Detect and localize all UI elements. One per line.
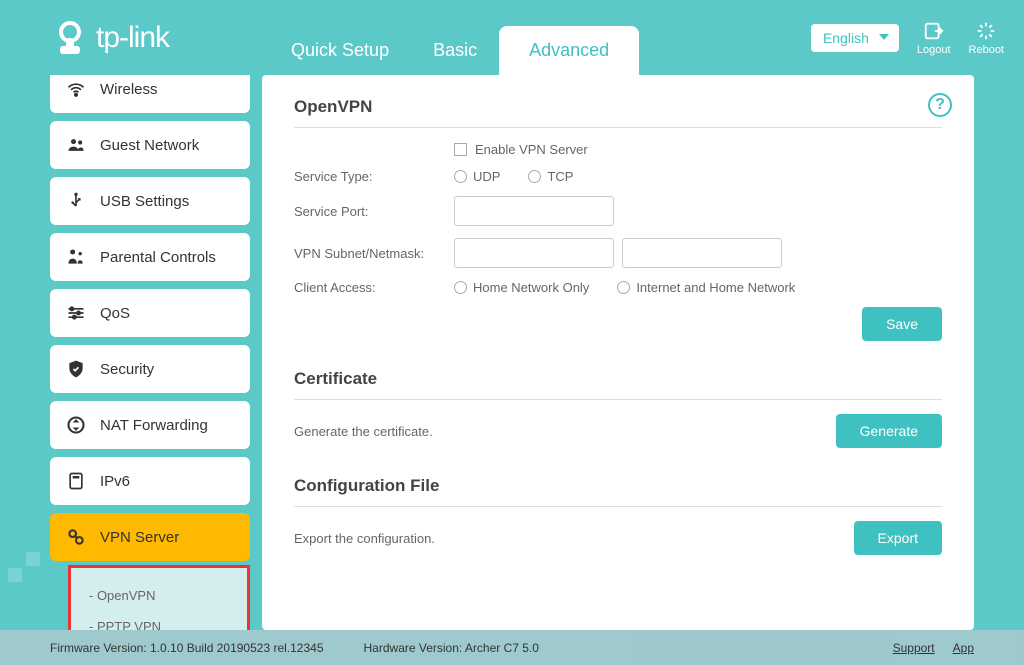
tplink-logo-icon [50,18,90,58]
support-link[interactable]: Support [893,641,935,655]
qos-icon [66,303,86,323]
brand-logo: tp-link [50,18,169,58]
reboot-button[interactable]: Reboot [969,20,1004,56]
certificate-desc: Generate the certificate. [294,424,433,439]
tab-quick-setup[interactable]: Quick Setup [269,26,411,75]
main-tabs: Quick Setup Basic Advanced [269,0,639,75]
enable-vpn-checkbox[interactable] [454,143,467,156]
sidebar-item-guest-network[interactable]: Guest Network [50,121,250,169]
export-button[interactable]: Export [854,521,942,555]
submenu-pptp-vpn[interactable]: - PPTP VPN [89,611,229,630]
certificate-title: Certificate [294,369,942,400]
shield-icon [66,359,86,379]
tab-advanced[interactable]: Advanced [499,26,639,75]
sidebar-item-qos[interactable]: QoS [50,289,250,337]
sidebar-item-nat-forwarding[interactable]: NAT Forwarding [50,401,250,449]
udp-radio[interactable] [454,170,467,183]
brand-text: tp-link [96,21,169,55]
service-type-label: Service Type: [294,169,454,184]
sidebar-item-wireless[interactable]: Wireless [50,75,250,113]
guest-network-icon [66,135,86,155]
chevron-down-icon [879,34,889,40]
help-icon[interactable]: ? [928,93,952,117]
subnet-label: VPN Subnet/Netmask: [294,246,454,261]
vpn-submenu: - OpenVPN - PPTP VPN [68,565,250,630]
app-link[interactable]: App [953,641,974,655]
sidebar-item-usb-settings[interactable]: USB Settings [50,177,250,225]
config-file-desc: Export the configuration. [294,531,435,546]
sidebar: Wireless Guest Network USB Settings Pare… [50,75,250,630]
enable-vpn-label: Enable VPN Server [475,142,588,157]
client-access-label: Client Access: [294,280,454,295]
logout-button[interactable]: Logout [917,20,951,56]
service-port-label: Service Port: [294,204,454,219]
generate-button[interactable]: Generate [836,414,942,448]
internet-home-radio[interactable] [617,281,630,294]
wireless-icon [66,79,86,99]
submenu-openvpn[interactable]: - OpenVPN [89,580,229,611]
logout-icon [923,20,945,42]
reboot-icon [975,20,997,42]
hardware-version: Hardware Version: Archer C7 5.0 [364,641,539,655]
tab-basic[interactable]: Basic [411,26,499,75]
language-select[interactable]: English [811,24,899,52]
openvpn-title: OpenVPN [294,97,942,128]
background-decoration [8,560,48,590]
firmware-version: Firmware Version: 1.0.10 Build 20190523 … [50,641,324,655]
language-value: English [823,30,869,46]
sidebar-item-ipv6[interactable]: IPv6 [50,457,250,505]
sidebar-item-parental-controls[interactable]: Parental Controls [50,233,250,281]
main-panel: ? OpenVPN Enable VPN Server Service Type… [262,75,974,630]
sidebar-item-vpn-server[interactable]: VPN Server [50,513,250,561]
footer: Firmware Version: 1.0.10 Build 20190523 … [0,630,1024,665]
save-button[interactable]: Save [862,307,942,341]
nat-icon [66,415,86,435]
service-port-input[interactable] [454,196,614,226]
sidebar-item-security[interactable]: Security [50,345,250,393]
vpn-netmask-input[interactable] [622,238,782,268]
vpn-icon [66,527,86,547]
home-only-radio[interactable] [454,281,467,294]
config-file-title: Configuration File [294,476,942,507]
vpn-subnet-input[interactable] [454,238,614,268]
ipv6-icon [66,471,86,491]
tcp-radio[interactable] [528,170,541,183]
parental-icon [66,247,86,267]
usb-icon [66,191,86,211]
